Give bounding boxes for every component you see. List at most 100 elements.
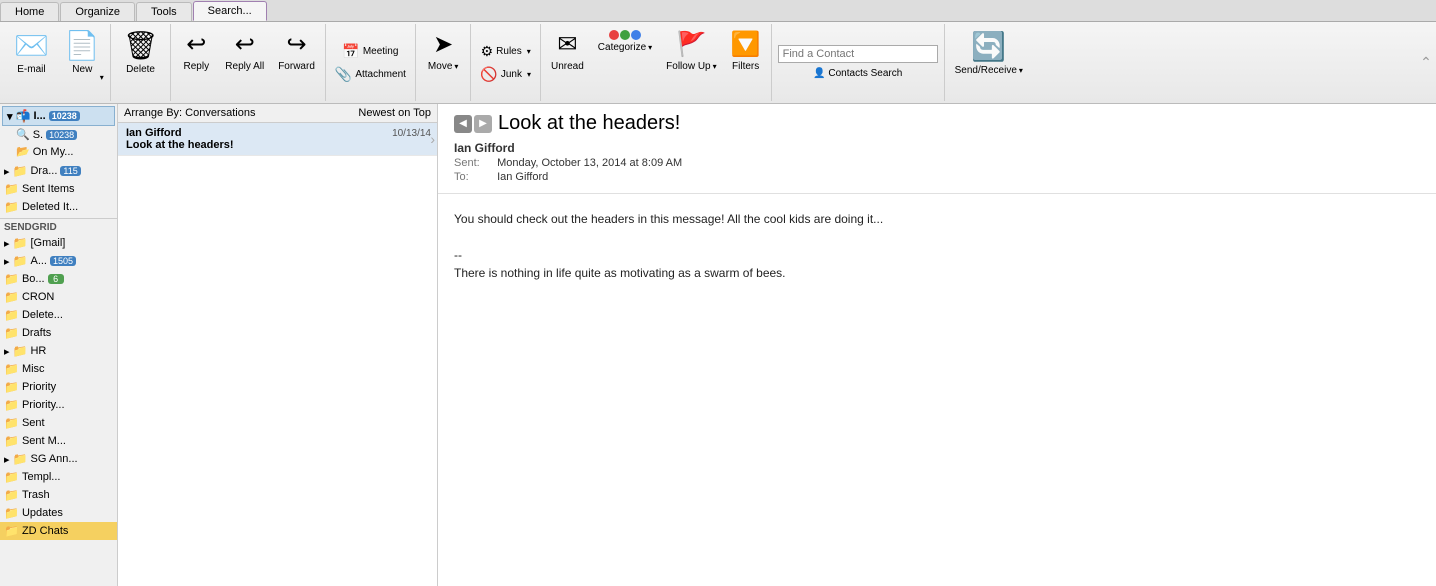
priority2-icon: 📁 xyxy=(4,398,19,412)
sidebar-item-deleted[interactable]: 📁 Deleted It... xyxy=(0,198,117,216)
email-list: Arrange By: Conversations Newest on Top … xyxy=(118,104,438,586)
sidebar-item-hr[interactable]: ▸ 📁 HR xyxy=(0,342,117,360)
drafts-badge: 115 xyxy=(60,166,80,176)
find-contact-input[interactable] xyxy=(778,45,938,63)
tab-home[interactable]: Home xyxy=(0,2,59,21)
sidebar-item-templ[interactable]: 📁 Templ... xyxy=(0,468,117,486)
email-title: ◀ ▶ Look at the headers! xyxy=(454,112,1420,135)
email-body-line1: You should check out the headers in this… xyxy=(454,210,1420,228)
meeting-button[interactable]: 📅 Meeting xyxy=(339,42,401,61)
sidebar-item-gmail[interactable]: ▸ 📁 [Gmail] xyxy=(0,234,117,252)
on-my-label: On My... xyxy=(33,146,74,158)
a-label: A... xyxy=(30,255,47,267)
unread-icon: ✉ xyxy=(557,30,577,59)
categorize-button[interactable]: Categorize▾ xyxy=(592,27,658,99)
junk-icon: 🚫 xyxy=(480,66,497,83)
nav-forward-button[interactable]: ▶ xyxy=(474,115,492,133)
unread-button[interactable]: ✉ Unread xyxy=(545,27,590,99)
bo-icon: 📁 xyxy=(4,272,19,286)
drafts-folder-icon: 📁 xyxy=(13,164,28,178)
sg-ann-label: SG Ann... xyxy=(30,453,77,465)
trash-label: Trash xyxy=(22,489,50,501)
inbox-label: I... xyxy=(33,110,45,122)
drafts-label: Dra... xyxy=(30,165,57,177)
deleted-icon: 📁 xyxy=(4,200,19,214)
tab-tools[interactable]: Tools xyxy=(136,2,192,21)
sidebar-item-priority2[interactable]: 📁 Priority... xyxy=(0,396,117,414)
to-value: Ian Gifford xyxy=(497,171,548,183)
sidebar-item-sg-ann[interactable]: ▸ 📁 SG Ann... xyxy=(0,450,117,468)
search-badge: 10238 xyxy=(46,130,77,140)
email-sender: Ian Gifford xyxy=(126,127,182,139)
arrange-by-label[interactable]: Arrange By: Conversations xyxy=(124,107,255,119)
tab-search[interactable]: Search... xyxy=(193,1,267,21)
from-label: Ian Gifford xyxy=(454,141,515,155)
sidebar-item-sent-m[interactable]: 📁 Sent M... xyxy=(0,432,117,450)
sidebar-item-priority[interactable]: 📁 Priority xyxy=(0,378,117,396)
misc-label: Misc xyxy=(22,363,45,375)
move-button[interactable]: ➤ Move▾ xyxy=(422,27,464,99)
email-list-item[interactable]: Ian Gifford 10/13/14 Look at the headers… xyxy=(118,123,437,156)
sidebar-item-sent[interactable]: 📁 Sent xyxy=(0,414,117,432)
bo-badge: 6 xyxy=(48,274,64,284)
templ-icon: 📁 xyxy=(4,470,19,484)
reply-all-button[interactable]: ↩ Reply All xyxy=(219,27,270,99)
priority-label: Priority xyxy=(22,381,56,393)
sort-label[interactable]: Newest on Top xyxy=(358,107,431,119)
sidebar-item-sent-items[interactable]: 📁 Sent Items xyxy=(0,180,117,198)
tab-organize[interactable]: Organize xyxy=(60,2,135,21)
email-body-line2: -- xyxy=(454,246,1420,264)
move-icon: ➤ xyxy=(433,30,453,59)
email-icon: ✉️ xyxy=(14,29,49,62)
reading-pane: ◀ ▶ Look at the headers! Ian Gifford Sen… xyxy=(438,104,1436,586)
new-button[interactable]: 📄 New ▾ xyxy=(59,26,106,98)
sidebar-item-on-my[interactable]: 📂 On My... xyxy=(2,143,115,160)
email-detail-header: ◀ ▶ Look at the headers! Ian Gifford Sen… xyxy=(438,104,1436,194)
sidebar-item-delete2[interactable]: 📁 Delete... xyxy=(0,306,117,324)
contacts-search-button[interactable]: 👤 Contacts Search xyxy=(810,67,905,80)
reply-button[interactable]: ↩ Reply xyxy=(175,27,217,99)
sidebar-item-drafts2[interactable]: 📁 Drafts xyxy=(0,324,117,342)
a-icon: 📁 xyxy=(13,254,28,268)
delete-button[interactable]: 🗑 Delete xyxy=(117,26,165,98)
sidebar-item-a[interactable]: ▸ 📁 A... 1505 xyxy=(0,252,117,270)
attachment-button[interactable]: 📎 Attachment xyxy=(332,65,409,84)
email-button[interactable]: ✉️ E-mail xyxy=(8,26,55,98)
sidebar-item-zd-chats[interactable]: 📁 ZD Chats xyxy=(0,522,117,540)
gmail-expand-icon: ▸ xyxy=(4,237,10,250)
drafts2-icon: 📁 xyxy=(4,326,19,340)
sent-icon: 📁 xyxy=(4,416,19,430)
nav-back-button[interactable]: ◀ xyxy=(454,115,472,133)
sent-m-icon: 📁 xyxy=(4,434,19,448)
sent-items-icon: 📁 xyxy=(4,182,19,196)
misc-icon: 📁 xyxy=(4,362,19,376)
bo-label: Bo... xyxy=(22,273,45,285)
cron-label: CRON xyxy=(22,291,54,303)
rules-icon: ⚙ xyxy=(481,43,494,60)
sidebar-item-trash[interactable]: 📁 Trash xyxy=(0,486,117,504)
email-body-line3: There is nothing in life quite as motiva… xyxy=(454,264,1420,282)
delete-icon: 🗑 xyxy=(123,29,159,62)
filters-button[interactable]: 🔽 Filters xyxy=(725,27,767,99)
search-label: S. xyxy=(33,129,43,141)
on-my-icon: 📂 xyxy=(16,145,30,158)
sidebar-item-search[interactable]: 🔍 S. 10238 xyxy=(2,126,115,143)
junk-button[interactable]: 🚫 Junk ▾ xyxy=(477,65,534,84)
forward-button[interactable]: ↪ Forward xyxy=(272,27,321,99)
sidebar-item-updates[interactable]: 📁 Updates xyxy=(0,504,117,522)
follow-up-button[interactable]: 🚩 Follow Up▾ xyxy=(660,27,722,99)
sent-value: Monday, October 13, 2014 at 8:09 AM xyxy=(497,157,682,169)
sg-ann-icon: 📁 xyxy=(13,452,28,466)
a-expand-icon: ▸ xyxy=(4,255,10,268)
drafts-expand-icon: ▸ xyxy=(4,165,10,178)
filters-icon: 🔽 xyxy=(731,30,761,59)
rules-button[interactable]: ⚙ Rules ▾ xyxy=(478,42,534,61)
sidebar-item-inbox[interactable]: ▾ 📬 I... 10238 xyxy=(2,106,115,126)
ribbon: ✉️ E-mail 📄 New ▾ 🗑 Delete ↩ Reply ↩ Rep… xyxy=(0,22,1436,104)
sidebar-item-drafts[interactable]: ▸ 📁 Dra... 115 xyxy=(0,162,117,180)
sidebar-item-cron[interactable]: 📁 CRON xyxy=(0,288,117,306)
send-receive-button[interactable]: 🔄 Send/Receive▾ xyxy=(949,27,1029,99)
sidebar-item-misc[interactable]: 📁 Misc xyxy=(0,360,117,378)
deleted-label: Deleted It... xyxy=(22,201,78,213)
sidebar-item-bo[interactable]: 📁 Bo... 6 xyxy=(0,270,117,288)
